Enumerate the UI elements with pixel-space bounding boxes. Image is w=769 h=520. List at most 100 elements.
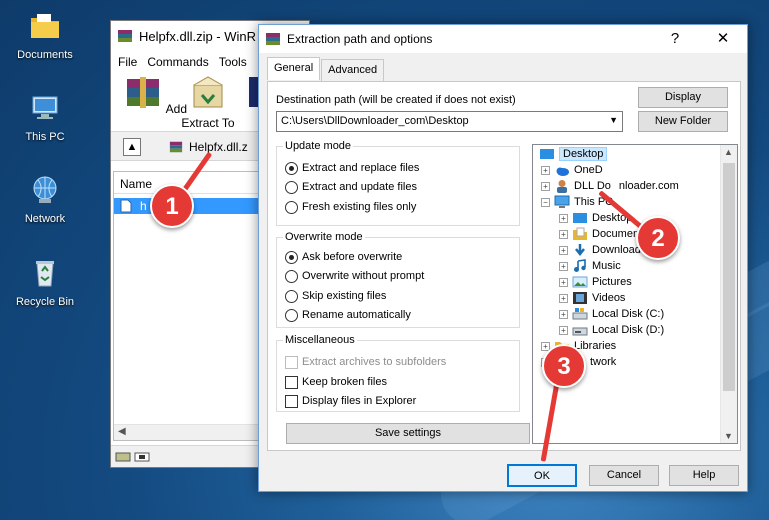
up-folder-button[interactable]: ▲ <box>123 138 141 156</box>
network-icon <box>33 176 57 203</box>
destination-label: Destination path (will be created if doe… <box>276 94 516 106</box>
user-icon <box>557 180 567 193</box>
books-icon <box>127 77 159 108</box>
desktop-background: Documents This PC Network Recycle Bin He… <box>0 0 769 520</box>
radio-ask-before-overwrite[interactable]: Ask before overwrite <box>285 249 402 265</box>
display-button[interactable]: Display <box>638 87 728 108</box>
dialog-tabs: General Advanced <box>267 57 385 81</box>
tree-item-local-disk-d[interactable]: + Local Disk (D:) <box>559 322 664 338</box>
desktop-icon-this-pc[interactable]: This PC <box>5 92 85 143</box>
close-button[interactable]: ✕ <box>701 25 745 53</box>
check-display-explorer[interactable]: Display files in Explorer <box>285 393 416 409</box>
radio-rename-automatically[interactable]: Rename automatically <box>285 307 411 323</box>
radio-extract-replace[interactable]: Extract and replace files <box>285 160 419 176</box>
tree-item-pictures[interactable]: + Pictures <box>559 274 632 290</box>
tree-item-desktop-root[interactable]: Desktop <box>539 146 608 162</box>
expand-icon: + <box>559 325 568 335</box>
miscellaneous-group: Miscellaneous Extract archives to subfol… <box>276 334 520 412</box>
annotation-badge-1: 1 <box>150 184 194 228</box>
collapse-icon: − <box>541 197 550 207</box>
desktop-icon <box>540 149 554 159</box>
tree-item-documents[interactable]: + Documents <box>559 226 648 242</box>
drive-icon <box>572 327 588 336</box>
check-keep-broken[interactable]: Keep broken files <box>285 374 387 390</box>
radio-extract-update[interactable]: Extract and update files <box>285 179 417 195</box>
tree-item-downloads[interactable]: + Downloads <box>559 242 646 258</box>
tree-item-onedrive[interactable]: + OneD <box>541 162 603 178</box>
folder-icon <box>31 14 59 38</box>
dialog-app-icon <box>266 33 280 45</box>
add-button[interactable]: Add <box>123 75 187 116</box>
tree-item-local-disk-c[interactable]: + Local Disk (C:) <box>559 306 664 322</box>
tree-item-dll-downloader[interactable]: + DLL Do nloader.com <box>541 178 679 194</box>
help-title-button[interactable]: ? <box>653 25 697 53</box>
annotation-badge-2: 2 <box>636 216 680 260</box>
desktop-icon-network[interactable]: Network <box>5 174 85 225</box>
expand-icon: + <box>559 213 568 223</box>
update-mode-legend: Update mode <box>283 140 354 152</box>
check-extract-subfolders[interactable]: Extract archives to subfolders <box>285 354 446 370</box>
music-icon <box>574 259 586 272</box>
tab-advanced[interactable]: Advanced <box>321 59 385 81</box>
menu-tools[interactable]: Tools <box>219 55 247 69</box>
scroll-left-icon: ◀ <box>118 426 126 437</box>
tree-item-music[interactable]: + Music <box>559 258 621 274</box>
computer-icon <box>554 195 570 208</box>
dialog-titlebar[interactable]: Extraction path and options ? ✕ <box>259 25 747 53</box>
computer-icon <box>32 96 58 119</box>
save-settings-button[interactable]: Save settings <box>286 423 530 444</box>
radio-overwrite-without-prompt[interactable]: Overwrite without prompt <box>285 268 424 284</box>
general-panel: Destination path (will be created if doe… <box>267 81 741 451</box>
pictures-icon <box>572 276 588 288</box>
radio-fresh-existing[interactable]: Fresh existing files only <box>285 199 416 215</box>
radio-skip-existing[interactable]: Skip existing files <box>285 288 386 304</box>
expand-icon: + <box>559 309 568 319</box>
annotation-badge-3: 3 <box>542 344 586 388</box>
chevron-down-icon: ▼ <box>609 115 618 125</box>
tab-general[interactable]: General <box>267 57 321 80</box>
desktop-icon <box>573 213 587 223</box>
expand-icon: + <box>559 245 568 255</box>
extract-to-button[interactable]: Extract To <box>181 75 235 130</box>
dialog-title: Extraction path and options <box>287 32 433 46</box>
dll-file-icon <box>120 199 132 213</box>
close-icon: ✕ <box>716 30 730 47</box>
up-arrow-icon: ▲ <box>126 141 138 153</box>
winrar-title: Helpfx.dll.zip - WinR <box>139 28 257 44</box>
horizontal-scrollbar[interactable]: ◀ <box>114 424 260 440</box>
archive-icon <box>169 141 183 153</box>
videos-icon <box>573 292 587 304</box>
destination-path-input[interactable]: C:\Users\DllDownloader_com\Desktop ▼ <box>276 111 623 132</box>
drive-status-icon <box>115 452 150 462</box>
desktop-icon-recycle-bin[interactable]: Recycle Bin <box>5 257 85 308</box>
overwrite-mode-group: Overwrite mode Ask before overwrite Over… <box>276 231 520 328</box>
expand-icon: + <box>559 277 568 287</box>
expand-icon: + <box>559 229 568 239</box>
ok-button[interactable]: OK <box>507 464 577 487</box>
extraction-dialog: Extraction path and options ? ✕ General … <box>258 24 748 492</box>
help-button[interactable]: Help <box>669 465 739 486</box>
desktop-icon-documents[interactable]: Documents <box>5 10 85 61</box>
scrollbar-thumb[interactable] <box>723 163 735 391</box>
download-arrow-icon <box>575 244 585 257</box>
menu-commands[interactable]: Commands <box>147 55 208 69</box>
update-mode-group: Update mode Extract and replace files Ex… <box>276 140 520 226</box>
documents-icon <box>573 227 587 240</box>
cancel-button[interactable]: Cancel <box>589 465 659 486</box>
folder-tree: Desktop + OneD + DLL Do nloader.com − Thi… <box>532 144 738 444</box>
scroll-down-icon: ▼ <box>724 431 733 441</box>
question-icon: ? <box>670 30 680 47</box>
expand-icon: + <box>541 165 550 175</box>
overwrite-mode-legend: Overwrite mode <box>283 231 365 243</box>
extract-folder-icon <box>193 76 223 108</box>
cloud-icon <box>556 167 569 176</box>
winrar-app-icon <box>118 30 132 42</box>
tree-item-videos[interactable]: + Videos <box>559 290 625 306</box>
scroll-up-icon: ▲ <box>724 147 733 157</box>
tree-scrollbar[interactable]: ▲ ▼ <box>720 145 737 443</box>
expand-icon: + <box>559 261 568 271</box>
miscellaneous-legend: Miscellaneous <box>283 334 357 346</box>
menu-file[interactable]: File <box>118 55 137 69</box>
recycle-bin-icon <box>36 261 54 287</box>
new-folder-button[interactable]: New Folder <box>638 111 728 132</box>
